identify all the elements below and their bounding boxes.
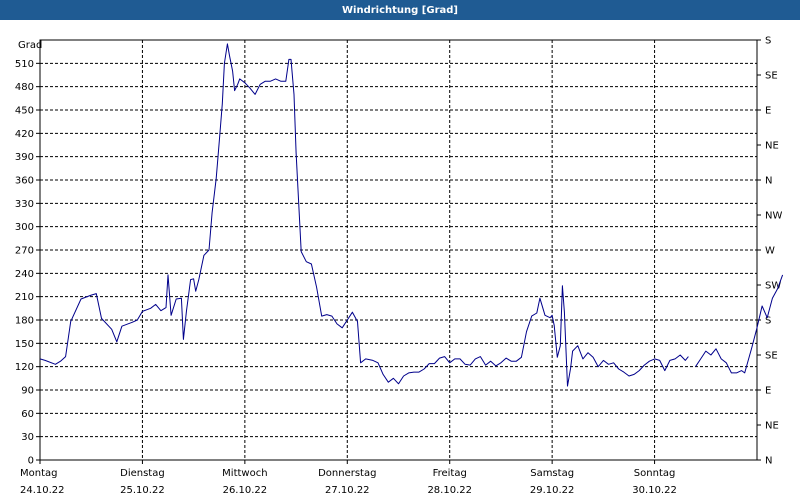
- y-tick-label: 180: [15, 316, 34, 327]
- x-tick-day: Mittwoch: [222, 468, 267, 479]
- x-tick-date: 25.10.22: [120, 485, 165, 496]
- y-tick-label: 420: [15, 129, 34, 140]
- x-tick-day: Sonntag: [634, 468, 676, 479]
- right-tick-label: S: [765, 36, 771, 47]
- y-tick-label: 120: [15, 362, 34, 373]
- grid: [40, 40, 757, 460]
- wind-direction-line-segment: [39, 43, 689, 387]
- left-axis-ticks: 0 30 60 90 120 150 180 210 240 270 300 330 360 390 420…: [15, 59, 40, 467]
- right-tick-label: NE: [765, 141, 779, 152]
- y-axis-label: Grad: [18, 40, 42, 51]
- right-tick-label: S: [765, 316, 771, 327]
- chart-title: Windrichtung [Grad]: [0, 0, 800, 20]
- y-tick-label: 300: [15, 222, 34, 233]
- y-tick-label: 240: [15, 269, 34, 280]
- y-tick-label: 30: [21, 432, 34, 443]
- x-tick-date: 29.10.22: [530, 485, 575, 496]
- y-tick-label: 510: [15, 59, 34, 70]
- y-tick-label: 0: [28, 456, 34, 467]
- x-axis-ticks: Montag 24.10.22 Dienstag 25.10.22 Mittwoch 26…: [20, 460, 677, 496]
- x-tick-day: Montag: [20, 468, 57, 479]
- x-tick-date: 24.10.22: [20, 485, 65, 496]
- right-tick-label: E: [765, 386, 771, 397]
- y-tick-label: 360: [15, 176, 34, 187]
- x-tick-day: Samstag: [530, 468, 574, 479]
- y-tick-label: 330: [15, 199, 34, 210]
- x-tick-day: Donnerstag: [318, 468, 376, 479]
- right-tick-label: W: [765, 246, 775, 257]
- y-tick-label: 90: [21, 386, 34, 397]
- right-tick-label: SE: [765, 351, 778, 362]
- x-tick-date: 27.10.22: [325, 485, 370, 496]
- right-tick-label: N: [765, 456, 772, 467]
- y-tick-label: 210: [15, 292, 34, 303]
- x-tick-day: Freitag: [433, 468, 467, 479]
- series-group: [39, 43, 784, 387]
- y-tick-label: 150: [15, 339, 34, 350]
- right-tick-label: NW: [765, 211, 782, 222]
- y-tick-label: 270: [15, 246, 34, 257]
- x-tick-date: 28.10.22: [427, 485, 472, 496]
- right-axis-ticks: SSEENENNWWSWSSEENEN: [757, 36, 782, 467]
- right-tick-label: SE: [765, 71, 778, 82]
- y-tick-label: 480: [15, 82, 34, 93]
- y-tick-label: 450: [15, 106, 34, 117]
- y-tick-label: 390: [15, 152, 34, 163]
- right-tick-label: NE: [765, 421, 779, 432]
- right-tick-label: E: [765, 106, 771, 117]
- x-tick-day: Dienstag: [120, 468, 165, 479]
- x-tick-date: 30.10.22: [632, 485, 677, 496]
- y-tick-label: 60: [21, 409, 34, 420]
- wind-direction-chart: Grad 0 30 60 90 120 150 180 210 240 270 300 330 360 3…: [15, 36, 784, 496]
- right-tick-label: N: [765, 176, 772, 187]
- x-tick-date: 26.10.22: [223, 485, 268, 496]
